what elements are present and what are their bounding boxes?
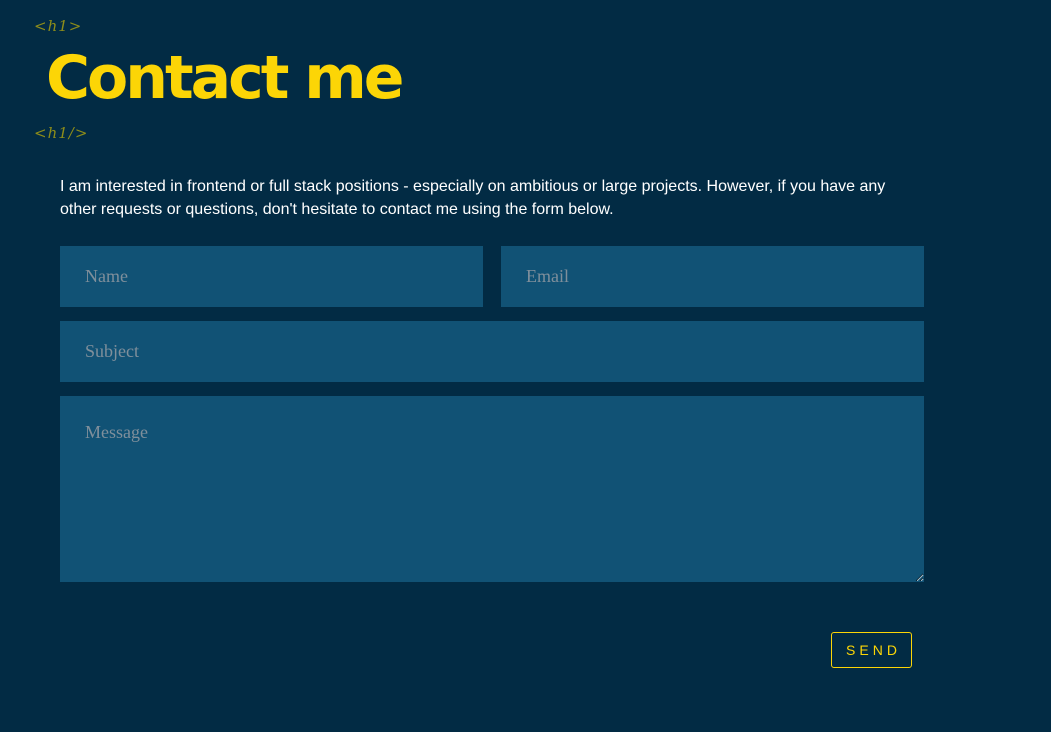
intro-text: I am interested in frontend or full stac… bbox=[60, 178, 886, 218]
name-input[interactable] bbox=[60, 246, 483, 307]
send-button[interactable]: SEND bbox=[831, 632, 912, 668]
page-title: Contact me bbox=[46, 43, 404, 113]
subject-input[interactable] bbox=[60, 321, 924, 382]
h1-open-tag: <h1> bbox=[34, 17, 83, 35]
h1-close-tag: <h1/> bbox=[34, 124, 89, 142]
message-textarea[interactable] bbox=[60, 396, 924, 582]
email-input[interactable] bbox=[501, 246, 924, 307]
